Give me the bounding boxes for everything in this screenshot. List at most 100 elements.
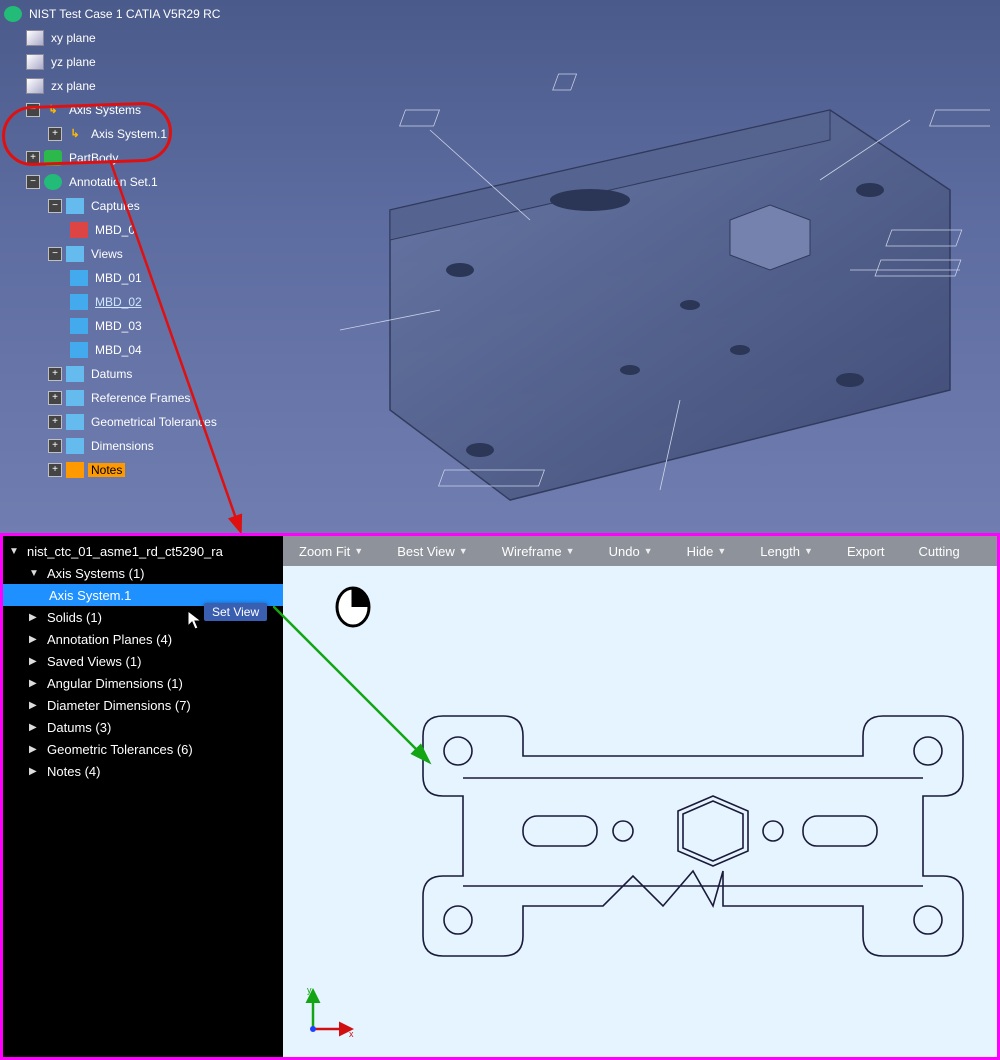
tree-reference-frames[interactable]: + Reference Frames — [4, 386, 223, 410]
axis-icon: ↳ — [66, 126, 84, 142]
view-label: MBD_03 — [92, 319, 145, 333]
expand-down-icon[interactable]: ▼ — [9, 546, 23, 557]
view-icon — [70, 270, 88, 286]
expand-right-icon[interactable]: ▶ — [29, 612, 43, 623]
expand-icon[interactable]: + — [48, 439, 62, 453]
expand-right-icon[interactable]: ▶ — [29, 656, 43, 667]
tree-dimensions[interactable]: + Dimensions — [4, 434, 223, 458]
tree-view-01[interactable]: MBD_01 — [4, 266, 223, 290]
view-icon — [70, 294, 88, 310]
expand-icon[interactable]: + — [48, 415, 62, 429]
chevron-down-icon: ▼ — [566, 546, 575, 556]
expand-right-icon[interactable]: ▶ — [29, 700, 43, 711]
viewer-root[interactable]: ▼ nist_ctc_01_asme1_rd_ct5290_ra — [3, 540, 283, 562]
viewer-panel: ▼ nist_ctc_01_asme1_rd_ct5290_ra ▼ Axis … — [0, 533, 1000, 1060]
group-label: Dimensions — [88, 439, 157, 453]
capture-icon — [70, 222, 88, 238]
toolbar-label: Wireframe — [502, 544, 562, 559]
toolbar-best-view[interactable]: Best View ▼ — [397, 544, 468, 559]
context-tooltip[interactable]: Set View — [204, 603, 267, 621]
tree-partbody[interactable]: + PartBody — [4, 146, 223, 170]
views-icon — [66, 246, 84, 262]
tree-axis-systems[interactable]: − ↳ Axis Systems — [4, 98, 223, 122]
tree-plane-xy[interactable]: xy plane — [4, 26, 223, 50]
view-label: MBD_01 — [92, 271, 145, 285]
sidebar-notes[interactable]: ▶ Notes (4) — [3, 760, 283, 782]
sidebar-datums[interactable]: ▶ Datums (3) — [3, 716, 283, 738]
tree-annotation-set[interactable]: − Annotation Set.1 — [4, 170, 223, 194]
expand-icon[interactable]: + — [48, 367, 62, 381]
sidebar-item-label: Annotation Planes (4) — [47, 632, 172, 647]
plane-icon — [26, 54, 44, 70]
view-icon — [70, 318, 88, 334]
tree-plane-zx[interactable]: zx plane — [4, 74, 223, 98]
toolbar-length[interactable]: Length ▼ — [760, 544, 813, 559]
sidebar-item-label-selected: Axis System.1 — [49, 588, 131, 603]
toolbar-label: Undo — [609, 544, 640, 559]
expand-icon[interactable]: + — [48, 463, 62, 477]
tree-capture-item[interactable]: MBD_0 — [4, 218, 223, 242]
sidebar-item-label: Notes (4) — [47, 764, 100, 779]
expand-icon[interactable]: + — [48, 127, 62, 141]
captures-label: Captures — [88, 199, 143, 213]
chevron-down-icon: ▼ — [354, 546, 363, 556]
tree-root[interactable]: NIST Test Case 1 CATIA V5R29 RC — [4, 2, 223, 26]
toolbar-hide[interactable]: Hide ▼ — [687, 544, 727, 559]
tree-view-02[interactable]: MBD_02 — [4, 290, 223, 314]
right-click-hint-icon — [333, 586, 373, 628]
toolbar-label: Best View — [397, 544, 455, 559]
axis-indicator: y x — [301, 985, 357, 1041]
sidebar-item-label: Solids (1) — [47, 610, 102, 625]
viewer-toolbar: Zoom Fit ▼ Best View ▼ Wireframe ▼ Undo … — [283, 536, 997, 566]
chevron-down-icon: ▼ — [717, 546, 726, 556]
sidebar-angular-dims[interactable]: ▶ Angular Dimensions (1) — [3, 672, 283, 694]
group-label: Geometrical Tolerances — [88, 415, 220, 429]
toolbar-zoom-fit[interactable]: Zoom Fit ▼ — [299, 544, 363, 559]
expand-right-icon[interactable]: ▶ — [29, 744, 43, 755]
sidebar-geom-tol[interactable]: ▶ Geometric Tolerances (6) — [3, 738, 283, 760]
tree-axis-system-1[interactable]: + ↳ Axis System.1 — [4, 122, 223, 146]
sidebar-saved-views[interactable]: ▶ Saved Views (1) — [3, 650, 283, 672]
sidebar-diameter-dims[interactable]: ▶ Diameter Dimensions (7) — [3, 694, 283, 716]
tree-plane-yz[interactable]: yz plane — [4, 50, 223, 74]
plane-icon — [26, 30, 44, 46]
axis-x-label: x — [349, 1029, 354, 1039]
expand-right-icon[interactable]: ▶ — [29, 766, 43, 777]
tree-geom-tol[interactable]: + Geometrical Tolerances — [4, 410, 223, 434]
tree-captures[interactable]: − Captures — [4, 194, 223, 218]
toolbar-label: Length — [760, 544, 800, 559]
collapse-icon[interactable]: − — [26, 103, 40, 117]
expand-right-icon[interactable]: ▶ — [29, 678, 43, 689]
catia-tree[interactable]: NIST Test Case 1 CATIA V5R29 RC xy plane… — [4, 2, 223, 482]
tree-view-03[interactable]: MBD_03 — [4, 314, 223, 338]
expand-down-icon[interactable]: ▼ — [29, 568, 43, 579]
sidebar-item-label: Angular Dimensions (1) — [47, 676, 183, 691]
toolbar-undo[interactable]: Undo ▼ — [609, 544, 653, 559]
expand-right-icon[interactable]: ▶ — [29, 634, 43, 645]
tree-view-04[interactable]: MBD_04 — [4, 338, 223, 362]
toolbar-label: Zoom Fit — [299, 544, 350, 559]
view-icon — [70, 342, 88, 358]
expand-icon[interactable]: + — [26, 151, 40, 165]
tree-datums[interactable]: + Datums — [4, 362, 223, 386]
sidebar-axis-systems[interactable]: ▼ Axis Systems (1) — [3, 562, 283, 584]
tree-views[interactable]: − Views — [4, 242, 223, 266]
expand-right-icon[interactable]: ▶ — [29, 722, 43, 733]
sidebar-annotation-planes[interactable]: ▶ Annotation Planes (4) — [3, 628, 283, 650]
toolbar-cutting[interactable]: Cutting — [919, 544, 960, 559]
views-label: Views — [88, 247, 126, 261]
collapse-icon[interactable]: − — [26, 175, 40, 189]
axis-systems-label: Axis Systems — [66, 103, 144, 117]
expand-icon[interactable]: + — [48, 391, 62, 405]
plane-label: yz plane — [48, 55, 99, 69]
catia-panel: NIST Test Case 1 CATIA V5R29 RC xy plane… — [0, 0, 1000, 533]
catia-3d-part — [270, 40, 990, 510]
group-icon — [66, 438, 84, 454]
toolbar-wireframe[interactable]: Wireframe ▼ — [502, 544, 575, 559]
toolbar-export[interactable]: Export — [847, 544, 885, 559]
annotation-set-label: Annotation Set.1 — [66, 175, 161, 189]
tree-notes[interactable]: + Notes — [4, 458, 223, 482]
viewer-canvas[interactable]: Zoom Fit ▼ Best View ▼ Wireframe ▼ Undo … — [283, 536, 997, 1057]
collapse-icon[interactable]: − — [48, 247, 62, 261]
collapse-icon[interactable]: − — [48, 199, 62, 213]
